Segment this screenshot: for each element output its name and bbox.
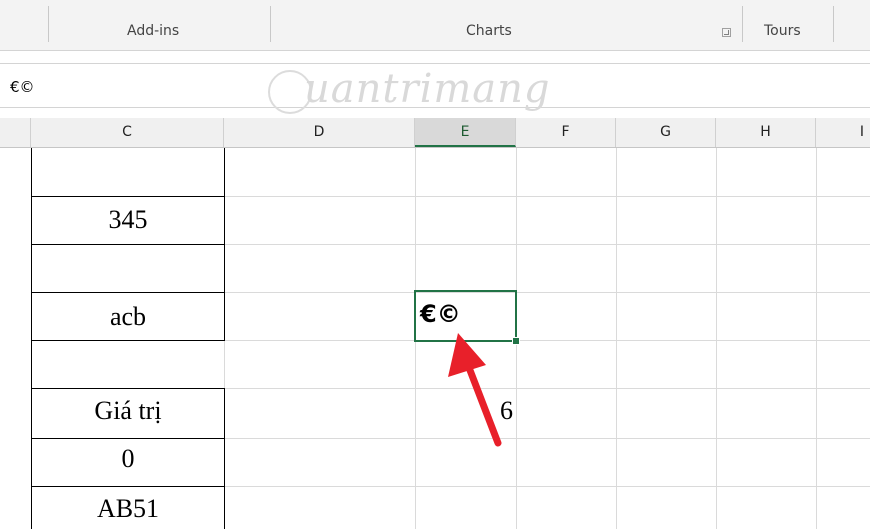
ribbon-group-charts[interactable]: Charts xyxy=(466,23,512,39)
column-header-row: C D E F G H I xyxy=(0,118,870,148)
ribbon: Add-ins Charts Tours xyxy=(0,0,870,51)
cell-c6-text: Giá trị xyxy=(94,396,162,425)
ribbon-group-add-ins[interactable]: Add-ins xyxy=(127,23,179,39)
column-header-i[interactable]: I xyxy=(816,118,870,147)
cell-c5[interactable] xyxy=(31,340,225,389)
cell-c7-text: 0 xyxy=(121,444,135,473)
annotation-arrow-icon xyxy=(448,333,502,447)
ribbon-separator xyxy=(270,6,271,42)
column-header-d[interactable]: D xyxy=(224,118,415,147)
column-header-f[interactable]: F xyxy=(516,118,616,147)
ribbon-group-tours[interactable]: Tours xyxy=(764,23,801,39)
ribbon-separator xyxy=(833,6,834,42)
cell-e4-text: €© xyxy=(420,300,461,328)
column-header-g[interactable]: G xyxy=(616,118,716,147)
column-header-h[interactable]: H xyxy=(716,118,816,147)
ribbon-separator xyxy=(48,6,49,42)
cell-c8-text: AB51 xyxy=(96,494,160,523)
ribbon-separator xyxy=(742,6,743,42)
column-header-e[interactable]: E xyxy=(415,118,516,147)
formula-bar[interactable]: €© xyxy=(0,63,870,108)
cell-c3[interactable] xyxy=(31,244,225,293)
dialog-launcher-icon[interactable] xyxy=(722,28,731,37)
cell-c2-text: 345 xyxy=(108,205,148,234)
cell-c4-text: acb xyxy=(109,302,147,331)
formula-bar-value[interactable]: €© xyxy=(10,78,35,96)
cell-c1[interactable] xyxy=(31,148,225,197)
column-header-spacer xyxy=(0,118,31,147)
column-header-c[interactable]: C xyxy=(31,118,224,147)
ribbon-gap xyxy=(0,51,870,63)
